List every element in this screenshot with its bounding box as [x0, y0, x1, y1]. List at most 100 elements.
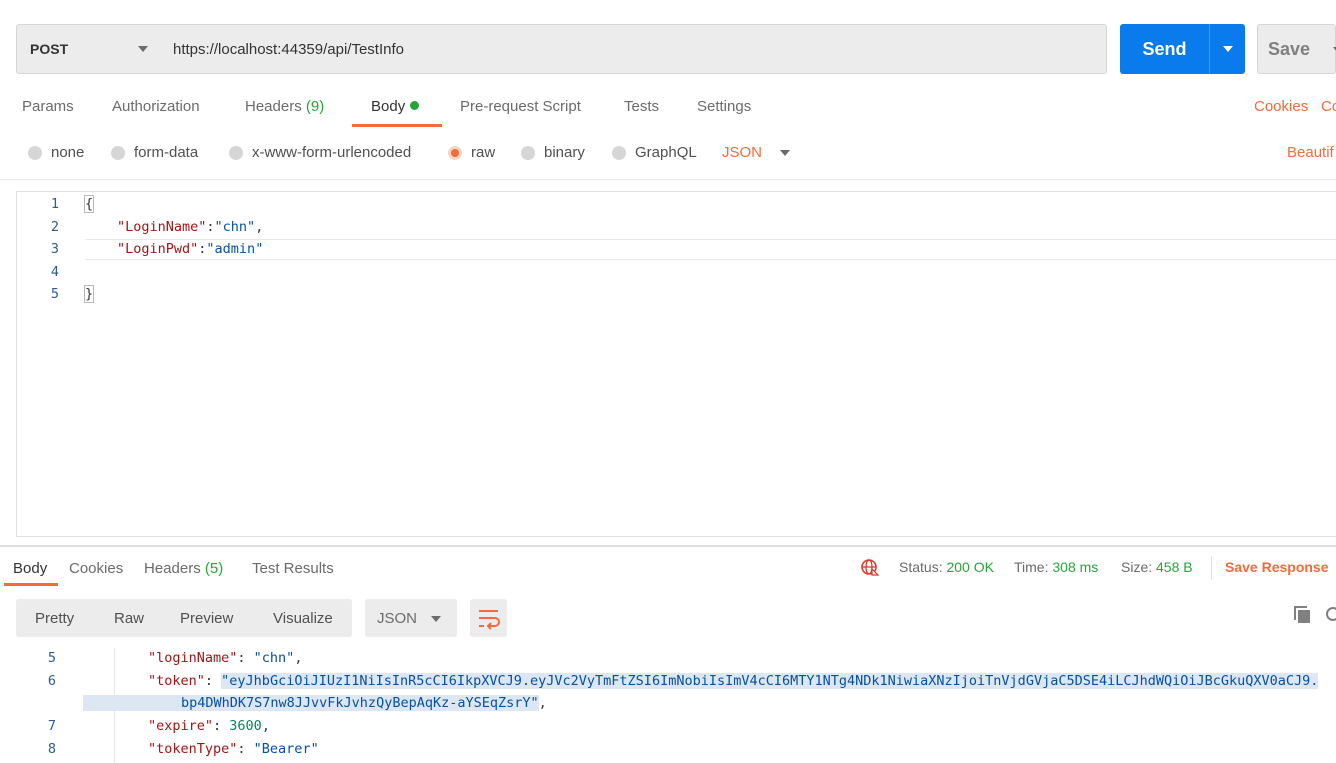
response-headers-count: (5) [204, 560, 224, 577]
json-key: "tokenType" [148, 741, 238, 757]
radio-urlencoded[interactable]: x-www-form-urlencoded [229, 144, 411, 161]
line-number: 4 [50, 264, 59, 280]
send-button[interactable]: Send [1120, 24, 1209, 74]
line-number: 6 [47, 673, 56, 689]
save-label: Save [1268, 38, 1311, 59]
line-number: 5 [50, 286, 59, 302]
response-tab-test-results[interactable]: Test Results [252, 560, 334, 577]
size-label: Size: [1121, 559, 1153, 575]
view-visualize-button[interactable]: Visualize [273, 610, 333, 627]
chevron-down-icon [1223, 46, 1233, 52]
tab-settings[interactable]: Settings [697, 98, 751, 115]
headers-count-badge: (9) [305, 98, 325, 115]
method-select[interactable]: POST [16, 24, 161, 74]
json-value: "chn" [253, 650, 295, 666]
save-response-button[interactable]: Save Response [1225, 559, 1329, 575]
json-key: "LoginName" [117, 219, 207, 235]
json-value: 3600 [229, 718, 262, 734]
tab-headers[interactable]: Headers (9) [245, 98, 324, 115]
body-indicator-dot [410, 101, 420, 110]
beautify-link[interactable]: Beautif [1287, 144, 1334, 161]
radio-graphql-label: GraphQL [635, 144, 697, 161]
url-input[interactable]: https://localhost:44359/api/TestInfo [160, 24, 1107, 74]
divider [1211, 556, 1212, 580]
response-line-7: "expire": 3600, [148, 718, 270, 734]
active-tab-indicator [352, 124, 442, 127]
body-type-options: none form-data x-www-form-urlencoded raw… [0, 140, 1336, 170]
response-body-viewer[interactable]: 5 6 7 8 "loginName": "chn", "token": "ey… [16, 648, 1336, 763]
response-divider[interactable] [0, 545, 1336, 547]
response-tab-headers-label: Headers [144, 560, 201, 577]
wrap-lines-button[interactable] [470, 599, 507, 637]
time-readout: Time: 308 ms [1014, 559, 1098, 575]
response-tab-body[interactable]: Body [13, 560, 47, 577]
chevron-down-icon [780, 149, 791, 156]
view-preview-button[interactable]: Preview [180, 610, 233, 627]
globe-no-connection-icon[interactable] [861, 558, 879, 576]
radio-icon [229, 145, 243, 160]
json-value: "Bearer" [253, 741, 319, 757]
status-label: Status: [899, 559, 943, 575]
line-number: 2 [50, 219, 59, 235]
tab-authorization[interactable]: Authorization [112, 98, 200, 115]
radio-form-data-label: form-data [134, 144, 199, 161]
save-button[interactable]: Save [1257, 24, 1336, 74]
json-key: "token" [148, 673, 205, 689]
send-label: Send [1142, 38, 1187, 59]
raw-type-label: JSON [722, 144, 763, 161]
tab-params[interactable]: Params [22, 98, 74, 115]
json-value: "admin" [206, 241, 264, 257]
tab-pre-request-script[interactable]: Pre-request Script [460, 98, 581, 115]
response-line-8: "tokenType": "Bearer" [148, 741, 319, 757]
raw-type-select[interactable]: JSON [722, 144, 791, 161]
tab-body-label: Body [371, 98, 406, 115]
radio-binary[interactable]: binary [521, 144, 585, 161]
radio-form-data[interactable]: form-data [111, 144, 198, 161]
wrap-lines-icon [479, 610, 500, 630]
tab-tests[interactable]: Tests [624, 98, 659, 115]
radio-icon [612, 145, 626, 160]
search-icon[interactable] [1323, 605, 1336, 625]
line-number: 1 [50, 196, 59, 212]
response-format-label: JSON [377, 609, 418, 627]
radio-none[interactable]: none [28, 144, 84, 161]
line-number: 3 [50, 241, 59, 257]
json-key: "loginName" [148, 650, 238, 666]
send-options-button[interactable] [1209, 24, 1245, 74]
open-brace: { [83, 195, 95, 213]
token-value: "eyJhbGciOiJIUzI1NiIsInR5cCI6IkpXVCJ9.ey… [221, 673, 1319, 689]
radio-icon [28, 145, 42, 160]
response-tab-cookies[interactable]: Cookies [69, 560, 123, 577]
radio-none-label: none [51, 144, 85, 161]
status-readout: Status: 200 OK [899, 559, 994, 575]
size-value[interactable]: 458 B [1156, 559, 1193, 575]
size-readout: Size: 458 B [1121, 559, 1193, 575]
chevron-down-icon [138, 46, 148, 52]
line-number: 7 [47, 718, 56, 734]
cookies-link[interactable]: Cookies [1254, 98, 1308, 115]
view-raw-button[interactable]: Raw [114, 610, 144, 627]
status-value[interactable]: 200 OK [946, 559, 993, 575]
response-format-select[interactable]: JSON [365, 599, 457, 637]
copy-icon[interactable] [1293, 605, 1313, 625]
request-tabs: Params Authorization Headers (9) Body Pr… [0, 94, 1336, 128]
radio-graphql[interactable]: GraphQL [612, 144, 697, 161]
time-value[interactable]: 308 ms [1052, 559, 1098, 575]
line-number: 8 [47, 741, 56, 757]
method-label: POST [30, 41, 69, 57]
divider [0, 179, 1336, 180]
view-pretty-button[interactable]: Pretty [35, 610, 74, 627]
tab-headers-label: Headers [245, 98, 302, 115]
response-tab-headers[interactable]: Headers (5) [144, 560, 223, 577]
tab-body[interactable]: Body [371, 98, 420, 115]
radio-raw[interactable]: raw [448, 144, 495, 161]
json-value: "chn" [214, 219, 256, 235]
request-body-editor[interactable]: 1 2 3 4 5 { "LoginName":"chn", "LoginPwd… [16, 191, 1336, 537]
radio-raw-label: raw [471, 144, 496, 161]
url-text: https://localhost:44359/api/TestInfo [173, 40, 404, 58]
response-line-6-wrap: bp4DWhDK7S7nw8JJvvFkJvhzQyBepAqKz-aYSEqZ… [83, 695, 547, 711]
code-link[interactable]: Co [1321, 98, 1336, 115]
json-key: "LoginPwd" [117, 241, 199, 257]
request-bar: POST https://localhost:44359/api/TestInf… [16, 24, 1336, 74]
code-line-2: "LoginName":"chn", [117, 219, 264, 235]
